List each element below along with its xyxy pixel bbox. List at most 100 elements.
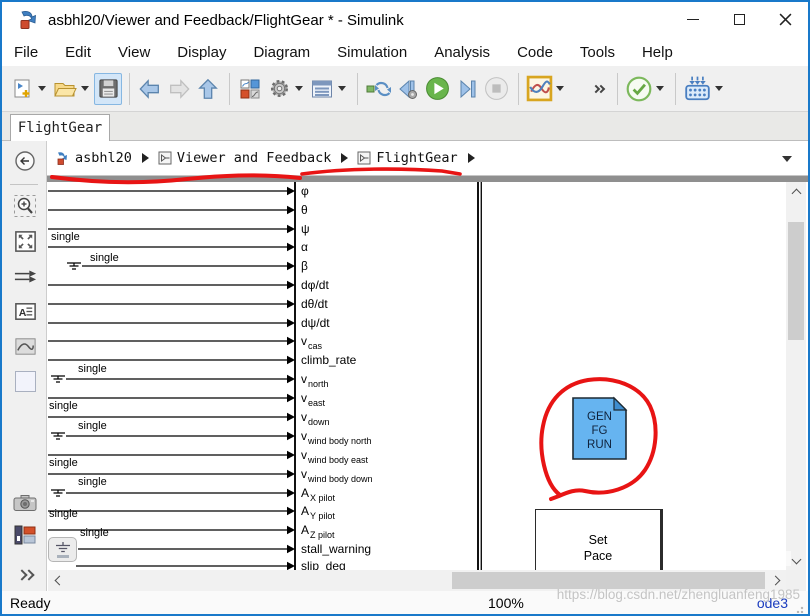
set-pace-block[interactable]: Set Pace bbox=[535, 509, 663, 570]
minimize-button[interactable] bbox=[670, 2, 716, 36]
port-label[interactable]: ψ bbox=[301, 221, 310, 237]
screenshot-button[interactable] bbox=[11, 489, 39, 517]
port-label[interactable]: dψ/dt bbox=[301, 315, 330, 331]
vertical-scroll-thumb[interactable] bbox=[788, 222, 804, 340]
port-label[interactable]: dθ/dt bbox=[301, 296, 328, 312]
palette-overflow-button[interactable] bbox=[11, 561, 39, 589]
signal-datatype-label[interactable]: single bbox=[90, 252, 119, 264]
run-button[interactable] bbox=[423, 73, 452, 105]
settings-dropdown[interactable] bbox=[295, 86, 303, 91]
scroll-left-button[interactable] bbox=[48, 571, 66, 589]
watermark-block bbox=[754, 551, 765, 566]
vertical-scrollbar[interactable] bbox=[786, 182, 806, 570]
menu-item-edit[interactable]: Edit bbox=[65, 44, 91, 61]
zoom-region-button[interactable] bbox=[11, 192, 39, 220]
model-configuration-dropdown[interactable] bbox=[338, 86, 346, 91]
signal-datatype-label[interactable]: single bbox=[51, 231, 80, 243]
new-model-dropdown[interactable] bbox=[38, 86, 46, 91]
port-label[interactable]: AX pilot bbox=[301, 485, 335, 502]
model-canvas[interactable]: GEN FG RUN Set Pace φθψ single α single β dφ/… bbox=[47, 182, 786, 570]
gen-fg-run-label[interactable]: GEN FG RUN bbox=[572, 410, 627, 452]
close-button[interactable] bbox=[762, 2, 808, 36]
settings-button[interactable] bbox=[265, 73, 293, 105]
signal-datatype-label[interactable]: single bbox=[78, 363, 107, 375]
simulation-data-inspector-button[interactable] bbox=[525, 73, 554, 105]
signal-datatype-label[interactable]: single bbox=[49, 457, 78, 469]
port-label[interactable]: slip_deg bbox=[301, 558, 346, 570]
build-dropdown[interactable] bbox=[715, 86, 723, 91]
area-annotation-button[interactable] bbox=[11, 367, 39, 395]
signal-datatype-label[interactable]: single bbox=[80, 527, 109, 539]
port-label[interactable]: vdown bbox=[301, 409, 330, 426]
signal-datatype-label[interactable]: single bbox=[49, 400, 78, 412]
model-configuration-button[interactable] bbox=[308, 73, 336, 105]
fit-to-view-button[interactable] bbox=[11, 227, 39, 255]
port-label[interactable]: θ bbox=[301, 202, 308, 218]
scroll-up-button[interactable] bbox=[787, 182, 805, 200]
breadcrumb-item-subsystem[interactable]: Viewer and Feedback bbox=[157, 150, 331, 166]
port-label[interactable]: β bbox=[301, 258, 308, 274]
annotation-icon: A bbox=[13, 299, 38, 324]
viewmarks-button[interactable] bbox=[11, 521, 39, 549]
open-button[interactable] bbox=[51, 73, 79, 105]
model-advisor-dropdown[interactable] bbox=[656, 86, 664, 91]
breadcrumb-separator-icon bbox=[341, 153, 348, 163]
step-forward-button[interactable] bbox=[453, 73, 481, 105]
menu-item-file[interactable]: File bbox=[14, 44, 38, 61]
selected-ground-block[interactable] bbox=[48, 537, 77, 562]
open-dropdown[interactable] bbox=[81, 86, 89, 91]
port-label[interactable]: dφ/dt bbox=[301, 277, 329, 293]
annotation-button[interactable]: A bbox=[11, 297, 39, 325]
new-model-button[interactable] bbox=[8, 73, 36, 105]
navigate-back-button[interactable] bbox=[136, 73, 164, 105]
simulink-logo-icon bbox=[16, 8, 40, 32]
signal-datatype-label[interactable]: single bbox=[78, 476, 107, 488]
port-label[interactable]: AZ pilot bbox=[301, 522, 335, 539]
menu-item-tools[interactable]: Tools bbox=[580, 44, 615, 61]
signal-datatype-label[interactable]: single bbox=[78, 420, 107, 432]
port-label[interactable]: veast bbox=[301, 390, 325, 407]
signal-routing-button[interactable] bbox=[11, 262, 39, 290]
port-label-main: β bbox=[301, 259, 308, 273]
port-label[interactable]: stall_warning bbox=[301, 541, 371, 557]
model-advisor-button[interactable] bbox=[624, 73, 654, 105]
hide-explorer-bar-button[interactable] bbox=[11, 147, 39, 175]
menu-item-display[interactable]: Display bbox=[177, 44, 226, 61]
menu-item-code[interactable]: Code bbox=[517, 44, 553, 61]
port-label-subscript: down bbox=[308, 417, 330, 427]
port-label[interactable]: vwind body east bbox=[301, 447, 368, 464]
port-label[interactable]: climb_rate bbox=[301, 352, 356, 368]
build-button[interactable] bbox=[682, 73, 713, 105]
menu-item-analysis[interactable]: Analysis bbox=[434, 44, 490, 61]
port-label[interactable]: α bbox=[301, 239, 308, 255]
maximize-button[interactable] bbox=[716, 2, 762, 36]
breadcrumb-item-model[interactable]: asbhl20 bbox=[55, 150, 132, 166]
breadcrumb-dropdown-icon[interactable] bbox=[782, 156, 792, 162]
port-label[interactable]: vnorth bbox=[301, 371, 329, 388]
update-diagram-button[interactable] bbox=[364, 73, 393, 105]
menu-item-simulation[interactable]: Simulation bbox=[337, 44, 407, 61]
signal-datatype-label[interactable]: single bbox=[49, 508, 78, 520]
stop-button[interactable] bbox=[482, 73, 511, 105]
navigate-up-button[interactable] bbox=[194, 73, 222, 105]
port-label[interactable]: φ bbox=[301, 183, 309, 199]
toolbar-overflow-button[interactable] bbox=[593, 86, 603, 92]
navigate-forward-button[interactable] bbox=[165, 73, 193, 105]
menu-item-view[interactable]: View bbox=[118, 44, 150, 61]
port-label[interactable]: vwind body down bbox=[301, 466, 373, 483]
resize-grip[interactable] bbox=[796, 604, 805, 613]
simulation-data-inspector-dropdown[interactable] bbox=[556, 86, 564, 91]
watermark-block bbox=[767, 551, 778, 566]
library-browser-button[interactable] bbox=[236, 73, 264, 105]
step-back-button[interactable] bbox=[394, 73, 422, 105]
tab-flightgear[interactable]: FlightGear bbox=[10, 114, 110, 141]
menu-item-help[interactable]: Help bbox=[642, 44, 673, 61]
image-annotation-button[interactable] bbox=[11, 332, 39, 360]
back-arrow-icon bbox=[137, 77, 163, 101]
port-label[interactable]: AY pilot bbox=[301, 503, 335, 520]
menu-item-diagram[interactable]: Diagram bbox=[253, 44, 310, 61]
save-button[interactable] bbox=[94, 73, 122, 105]
port-label[interactable]: vwind body north bbox=[301, 428, 372, 445]
port-label[interactable]: vcas bbox=[301, 333, 322, 350]
breadcrumb-item-current[interactable]: FlightGear bbox=[356, 150, 457, 166]
